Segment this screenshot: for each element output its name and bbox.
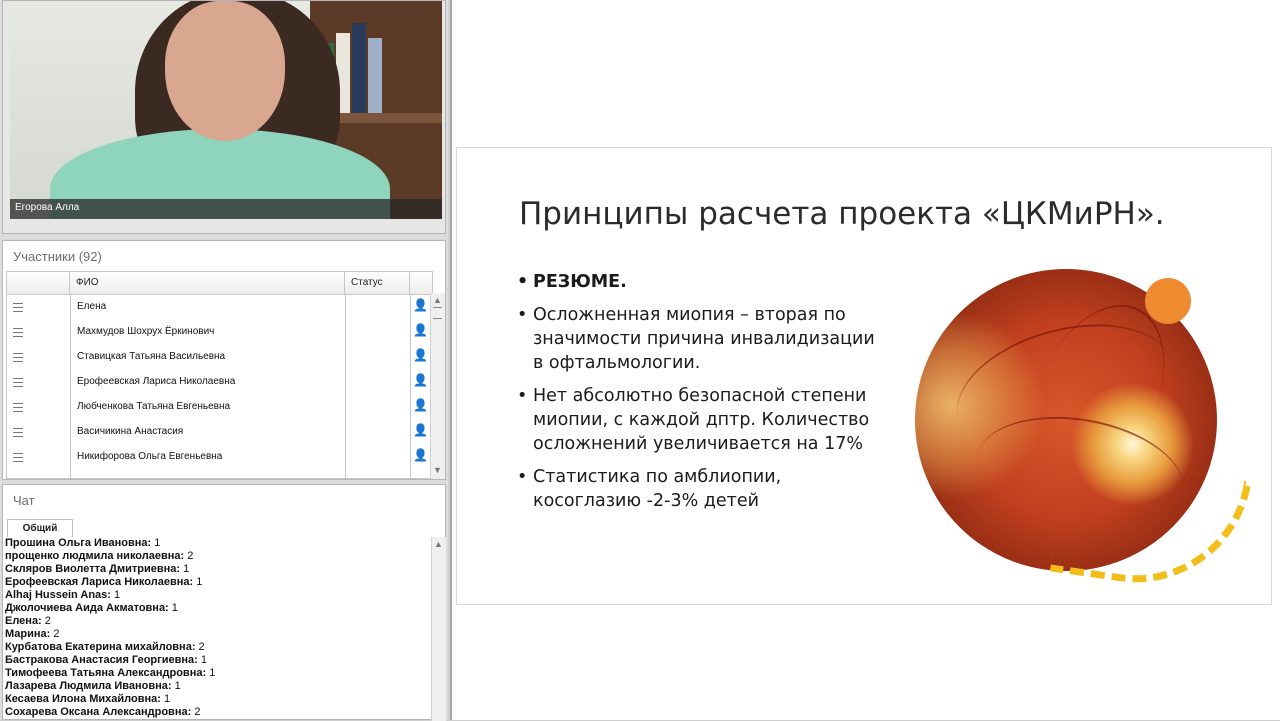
user-icon: 👤 bbox=[413, 373, 428, 387]
participant-row[interactable]: Ставицкая Татьяна Васильевна 👤 bbox=[7, 344, 432, 369]
chat-message: Сохарева Оксана Александровна: 2 bbox=[5, 706, 201, 718]
participant-row[interactable]: Никифорова Ольга Евгеньевна 👤 bbox=[7, 444, 432, 469]
chat-message: Кесаева Илона Михайловна: 1 bbox=[5, 693, 171, 705]
chat-messages: Прошина Ольга Ивановна: 1 прощенко людми… bbox=[5, 537, 431, 721]
chat-message: Курбатова Екатерина михайловна: 2 bbox=[5, 641, 205, 653]
participants-table-header: ФИО Статус bbox=[7, 272, 432, 295]
slide-bullets: РЕЗЮМЕ. Осложненная миопия – вторая по з… bbox=[517, 270, 877, 522]
scroll-up-icon[interactable]: ▲ bbox=[433, 295, 442, 305]
participant-name: Никифорова Ольга Евгеньевна bbox=[77, 451, 223, 462]
participant-row[interactable]: Махмудов Шохрух Ёркинович 👤 bbox=[7, 319, 432, 344]
chat-message: Тимофеева Татьяна Александровна: 1 bbox=[5, 667, 216, 679]
user-icon: 👤 bbox=[413, 348, 428, 362]
chat-message: Скляров Виолетта Дмитриевна: 1 bbox=[5, 563, 190, 575]
participants-title: Участники (92) bbox=[13, 249, 102, 264]
chat-title: Чат bbox=[13, 493, 35, 508]
bullet-item: Нет абсолютно безопасной степени миопии,… bbox=[517, 384, 877, 456]
chat-message: Ерофеевская Лариса Николаевна: 1 bbox=[5, 576, 203, 588]
chat-scrollbar[interactable]: ▲ bbox=[431, 537, 446, 721]
chat-message: Прошина Ольга Ивановна: 1 bbox=[5, 537, 161, 549]
chat-panel: Чат Общий Прошина Ольга Ивановна: 1 прощ… bbox=[2, 484, 446, 721]
bullet-item: РЕЗЮМЕ. bbox=[517, 270, 877, 294]
scroll-up-icon[interactable]: ▲ bbox=[434, 539, 443, 549]
drag-handle-icon[interactable] bbox=[13, 453, 23, 462]
participant-name: Васичикина Анастасия bbox=[77, 426, 184, 437]
chat-message: Джолочиева Аида Акматовна: 1 bbox=[5, 602, 178, 614]
drag-handle-icon[interactable] bbox=[13, 353, 23, 362]
participant-name: Махмудов Шохрух Ёркинович bbox=[77, 326, 215, 337]
chat-message: Марина: 2 bbox=[5, 628, 60, 640]
column-header-status[interactable]: Статус bbox=[345, 272, 410, 294]
presentation-slide: Принципы расчета проекта «ЦКМиРН». РЕЗЮМ… bbox=[456, 147, 1272, 605]
chat-message: Елена: 2 bbox=[5, 615, 51, 627]
user-icon: 👤 bbox=[413, 423, 428, 437]
slide-title: Принципы расчета проекта «ЦКМиРН». bbox=[519, 196, 1165, 232]
participant-name: Ставицкая Татьяна Васильевна bbox=[77, 351, 226, 362]
participant-name: Елена bbox=[77, 301, 107, 312]
bullet-item: Статистика по амблиопии, косоглазию -2-3… bbox=[517, 465, 877, 513]
decorative-orange-dot bbox=[1145, 278, 1191, 324]
participant-row[interactable]: Любченкова Татьяна Евгеньевна 👤 bbox=[7, 394, 432, 419]
drag-handle-icon[interactable] bbox=[13, 328, 23, 337]
chat-message: Лазарева Людмила Ивановна: 1 bbox=[5, 680, 181, 692]
user-icon: 👤 bbox=[413, 323, 428, 337]
user-icon: 👤 bbox=[413, 398, 428, 412]
left-sidebar: Егорова Алла Участники (92) ФИО Статус Е… bbox=[0, 0, 448, 721]
participant-row[interactable]: Ерофеевская Лариса Николаевна 👤 bbox=[7, 369, 432, 394]
drag-handle-icon[interactable] bbox=[13, 303, 23, 312]
video-panel: Егорова Алла bbox=[2, 0, 446, 234]
scroll-down-icon[interactable]: ▼ bbox=[433, 465, 442, 475]
drag-handle-icon[interactable] bbox=[13, 378, 23, 387]
scroll-thumb[interactable] bbox=[433, 307, 442, 319]
decorative-yellow-arc bbox=[1049, 455, 1252, 598]
participants-scrollbar[interactable]: ▲ ▼ bbox=[430, 293, 445, 479]
participant-name: Любченкова Татьяна Евгеньевна bbox=[77, 401, 231, 412]
user-icon: 👤 bbox=[413, 298, 428, 312]
presenter-name: Егорова Алла bbox=[15, 202, 80, 213]
presenter-face bbox=[165, 1, 285, 141]
participant-name: Ерофеевская Лариса Николаевна bbox=[77, 376, 236, 387]
chat-message: Alhaj Hussein Anas: 1 bbox=[5, 589, 121, 601]
participants-table: ФИО Статус Елена 👤 Махмудов Шохрух Ёркин… bbox=[6, 271, 433, 479]
chat-message: прощенко людмила николаевна: 2 bbox=[5, 550, 194, 562]
drag-handle-icon[interactable] bbox=[13, 428, 23, 437]
tab-general-chat[interactable]: Общий bbox=[7, 519, 73, 537]
chat-message: Бастракова Анастасия Георгиевна: 1 bbox=[5, 654, 207, 666]
participant-row[interactable]: Елена 👤 bbox=[7, 294, 432, 319]
user-icon: 👤 bbox=[413, 448, 428, 462]
webcam-video bbox=[10, 1, 442, 219]
bullet-item: Осложненная миопия – вторая по значимост… bbox=[517, 303, 877, 375]
participants-panel: Участники (92) ФИО Статус Елена 👤 Махмуд… bbox=[2, 240, 446, 480]
participant-row[interactable]: Васичикина Анастасия 👤 bbox=[7, 419, 432, 444]
column-header-name[interactable]: ФИО bbox=[70, 272, 345, 294]
presenter-name-bar: Егорова Алла bbox=[10, 199, 442, 219]
drag-handle-icon[interactable] bbox=[13, 403, 23, 412]
